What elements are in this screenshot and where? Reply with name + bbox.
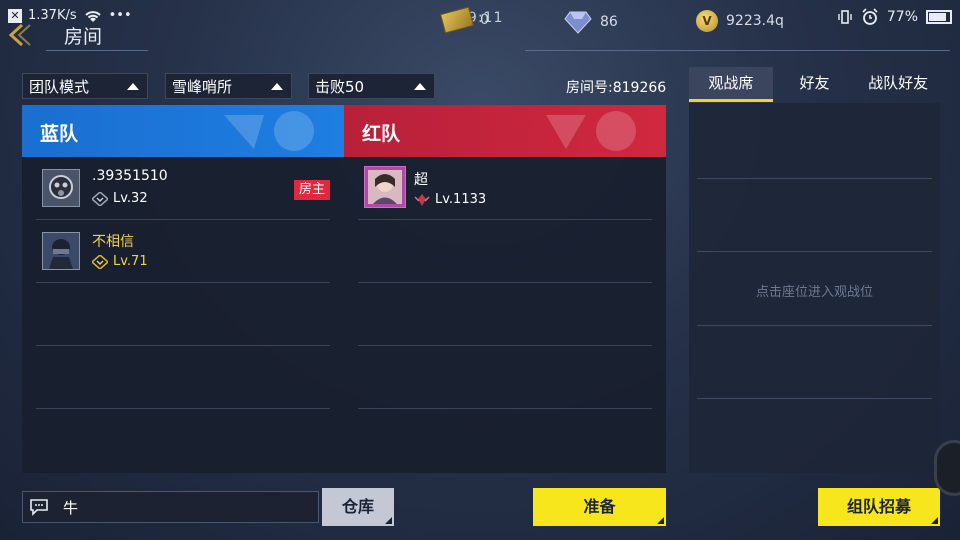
player-level: Lv.32 [92,191,148,206]
tab-spectators[interactable]: 观战席 [689,67,773,102]
side-tabs: 观战席 好友 战队好友 [689,67,940,102]
gold-counter[interactable]: V 9223.4q [696,10,784,32]
tab-friends[interactable]: 好友 [773,67,857,102]
red-team-name: 红队 [362,123,401,145]
header-divider-right [525,50,950,51]
rank-chevron-icon [92,254,108,269]
caret-up-icon [414,83,426,90]
ready-button[interactable]: 准备 [533,488,666,526]
chat-input[interactable]: 牛 [22,491,319,523]
back-icon[interactable] [6,22,34,48]
header-divider-left [46,50,148,51]
slot-divider [358,282,652,283]
gold-coin-icon: V [696,10,718,32]
seat-divider [697,178,932,179]
soldier-avatar-icon [43,233,79,269]
floating-assist-button[interactable] [934,440,960,496]
mode-dropdown[interactable]: 团队模式 [22,73,148,99]
slot-divider [36,282,330,283]
diamond-icon [564,11,592,34]
diamond-counter[interactable]: 86 [564,10,618,34]
chat-bubble-icon [30,499,48,516]
diamond-count: 86 [600,14,618,30]
goal-value: 击败50 [315,77,365,96]
map-value: 雪峰哨所 [172,77,233,96]
seat-divider [697,398,932,399]
slot-divider [36,408,330,409]
slot-divider [36,345,330,346]
blue-team-name: 蓝队 [40,123,79,145]
caret-up-icon [127,83,139,90]
corner-mark-icon [657,517,664,524]
rank-chevron-icon [92,191,108,206]
seat-divider [697,325,932,326]
slot-divider [358,345,652,346]
player-level: Lv.1133 [414,192,486,207]
ticket-icon [439,6,475,34]
level-text: Lv.1133 [435,192,487,207]
avatar[interactable] [42,232,80,270]
team-emblem-icon [546,111,636,151]
room-number: 房间号:819266 [566,80,667,96]
player-slot[interactable]: .39351510 Lv.32 [42,168,332,217]
level-text: Lv.32 [113,191,148,206]
host-badge: 房主 [294,180,330,200]
page-title: 房间 [64,26,103,48]
player-level: Lv.71 [92,254,148,269]
caret-up-icon [271,83,283,90]
map-dropdown[interactable]: 雪峰哨所 [165,73,292,99]
avatar[interactable] [42,169,80,207]
chat-message: 牛 [63,498,79,517]
player-slot[interactable]: 不相信 Lv.71 [42,232,332,280]
slot-divider [358,219,652,220]
warehouse-label: 仓库 [341,497,374,516]
red-team-header: 红队 [344,105,666,157]
gold-count: 9223.4q [726,13,784,29]
ticket-counter[interactable]: 0 [439,6,489,34]
warehouse-button[interactable]: 仓库 [322,488,394,526]
seat-divider [697,251,932,252]
ticket-count: 0 [480,12,489,28]
portrait-avatar-icon [365,167,405,207]
slot-divider [36,219,330,220]
player-name: 超 [414,172,428,188]
player-name: 不相信 [92,234,134,250]
avatar[interactable] [364,166,406,208]
blue-team-header: 蓝队 [22,105,344,157]
spectator-panel[interactable]: 点击座位进入观战位 [689,103,940,473]
mode-value: 团队模式 [29,77,90,96]
corner-mark-icon [385,517,392,524]
player-slot[interactable]: 超 Lv.1133 [364,166,654,214]
corner-mark-icon [931,517,938,524]
spectator-hint: 点击座位进入观战位 [755,285,873,300]
recruit-label: 组队招募 [846,497,911,516]
slot-divider [358,408,652,409]
goal-dropdown[interactable]: 击败50 [308,73,435,99]
gas-mask-avatar-icon [43,170,79,206]
rank-wings-icon [414,193,430,206]
ready-label: 准备 [583,497,616,516]
player-name: .39351510 [92,168,168,184]
team-emblem-icon [224,111,314,151]
teams-panel: 蓝队 红队 .39351510 Lv.32 不相信 Lv.71 超 Lv.113… [22,105,666,473]
level-text: Lv.71 [113,254,148,269]
tab-clan-friends[interactable]: 战队好友 [856,67,940,102]
recruit-button[interactable]: 组队招募 [818,488,940,526]
